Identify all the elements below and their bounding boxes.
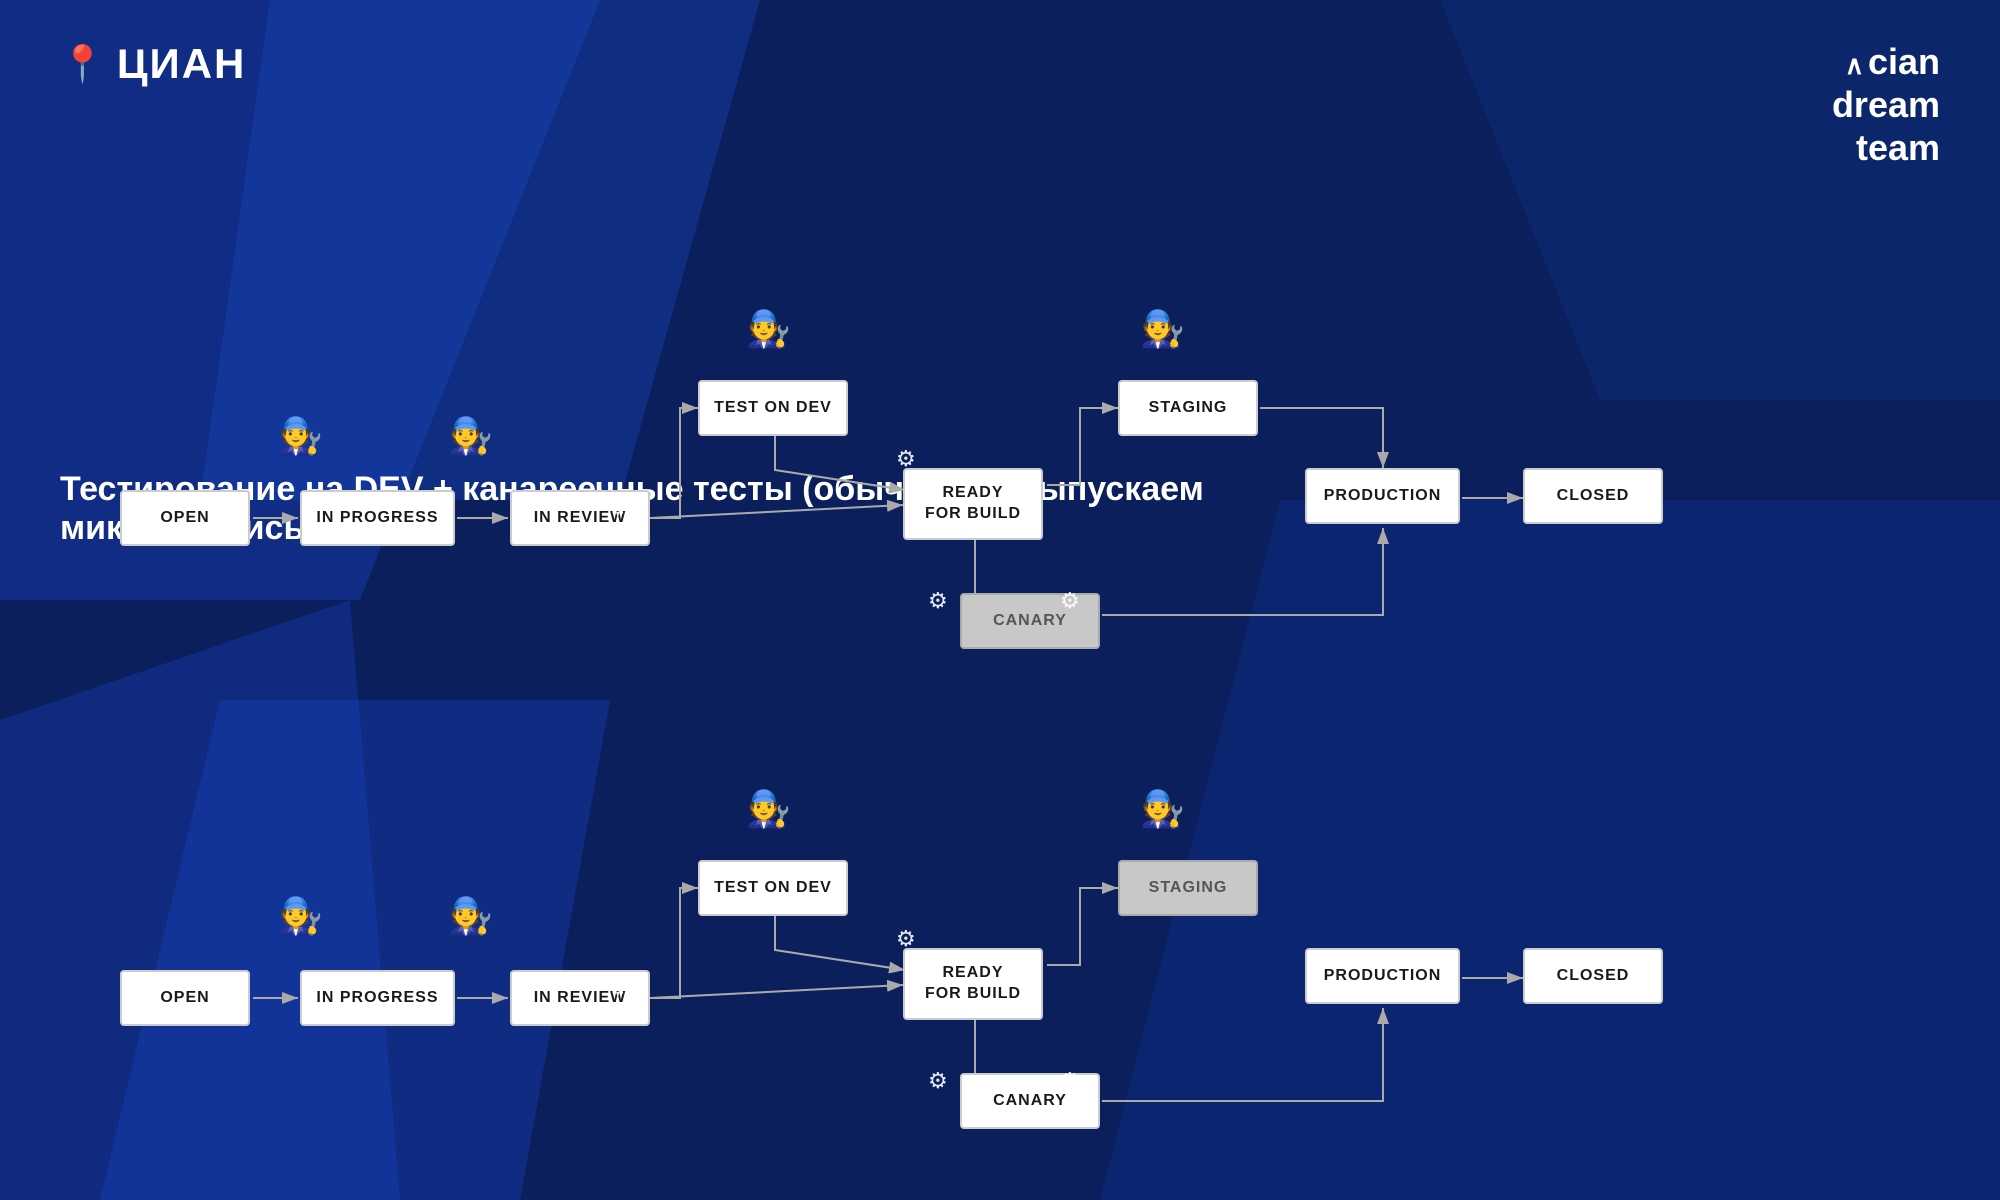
logo: 📍 ЦИАН	[60, 40, 246, 88]
diagram-top: 🧑‍🔧 🧑‍🔧 🧑‍🔧 🧑‍🔧 ⚙ ⚙ ⚙ ⚙ OPEN IN PROGRESS…	[60, 200, 1960, 680]
brand-line-2: dream	[1832, 83, 1940, 126]
worker-1-top: 🧑‍🔧	[278, 415, 323, 457]
brand-line-3: team	[1832, 126, 1940, 169]
logo-text: ЦИАН	[117, 40, 247, 88]
gear-2-top: ⚙	[896, 446, 916, 472]
gear-3-top: ⚙	[928, 588, 948, 614]
node-in-review-top: IN REVIEW	[510, 490, 650, 546]
node-open-bottom: OPEN	[120, 970, 250, 1026]
worker-2-bottom: 🧑‍🔧	[448, 895, 493, 937]
gear-4-bottom: ⚙	[1060, 1068, 1080, 1094]
brand-logo-lines: ∧cian dream team	[1832, 40, 1940, 170]
node-in-progress-bottom: IN PROGRESS	[300, 970, 455, 1026]
worker-1-bottom: 🧑‍🔧	[278, 895, 323, 937]
worker-3-bottom: 🧑‍🔧	[746, 788, 791, 830]
gear-1-top: ⚙	[608, 495, 628, 521]
gear-2-bottom: ⚙	[896, 926, 916, 952]
worker-2-top: 🧑‍🔧	[448, 415, 493, 457]
worker-4-bottom: 🧑‍🔧	[1140, 788, 1185, 830]
workflow-bottom: 🧑‍🔧 🧑‍🔧 🧑‍🔧 🧑‍🔧 ⚙ ⚙ ⚙ ⚙ OPEN IN PROGRESS…	[60, 680, 1710, 1160]
node-ready-for-build-top: READYFOR BUILD	[903, 468, 1043, 540]
node-open-top: OPEN	[120, 490, 250, 546]
chevron-icon: ∧	[1845, 50, 1864, 80]
logo-icon: 📍	[60, 43, 105, 85]
brand-line-1: ∧cian	[1832, 40, 1940, 83]
node-staging-top: STAGING	[1118, 380, 1258, 436]
worker-4-top: 🧑‍🔧	[1140, 308, 1185, 350]
node-production-top: PRODUCTION	[1305, 468, 1460, 524]
node-in-progress-top: IN PROGRESS	[300, 490, 455, 546]
node-staging-bottom: STAGING	[1118, 860, 1258, 916]
gear-4-top: ⚙	[1060, 588, 1080, 614]
gear-3-bottom: ⚙	[928, 1068, 948, 1094]
node-in-review-bottom: IN REVIEW	[510, 970, 650, 1026]
brand-logo: ∧cian dream team	[1832, 40, 1940, 170]
workflow-top: 🧑‍🔧 🧑‍🔧 🧑‍🔧 🧑‍🔧 ⚙ ⚙ ⚙ ⚙ OPEN IN PROGRESS…	[60, 200, 1710, 680]
worker-3-top: 🧑‍🔧	[746, 308, 791, 350]
node-ready-for-build-bottom: READYFOR BUILD	[903, 948, 1043, 1020]
node-closed-top: CLOSED	[1523, 468, 1663, 524]
node-production-bottom: PRODUCTION	[1305, 948, 1460, 1004]
gear-1-bottom: ⚙	[608, 975, 628, 1001]
node-test-on-dev-top: TEST ON DEV	[698, 380, 848, 436]
diagram-bottom: 🧑‍🔧 🧑‍🔧 🧑‍🔧 🧑‍🔧 ⚙ ⚙ ⚙ ⚙ OPEN IN PROGRESS…	[60, 680, 1960, 1160]
node-test-on-dev-bottom: TEST ON DEV	[698, 860, 848, 916]
node-closed-bottom: CLOSED	[1523, 948, 1663, 1004]
